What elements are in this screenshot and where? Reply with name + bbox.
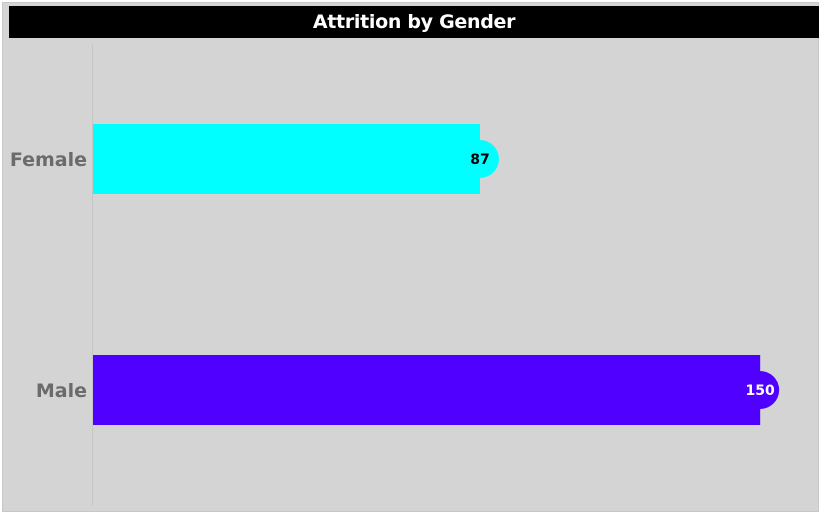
bar-chart: 87 Female 150 Male bbox=[10, 44, 780, 506]
bar-male bbox=[93, 355, 761, 425]
value-label-male: 150 bbox=[746, 383, 775, 399]
category-label-male: Male bbox=[36, 380, 87, 402]
bar-female bbox=[93, 124, 480, 194]
value-label-female: 87 bbox=[470, 152, 489, 168]
bars-layer: 87 Female 150 Male bbox=[10, 124, 780, 425]
category-label-female: Female bbox=[10, 149, 87, 171]
